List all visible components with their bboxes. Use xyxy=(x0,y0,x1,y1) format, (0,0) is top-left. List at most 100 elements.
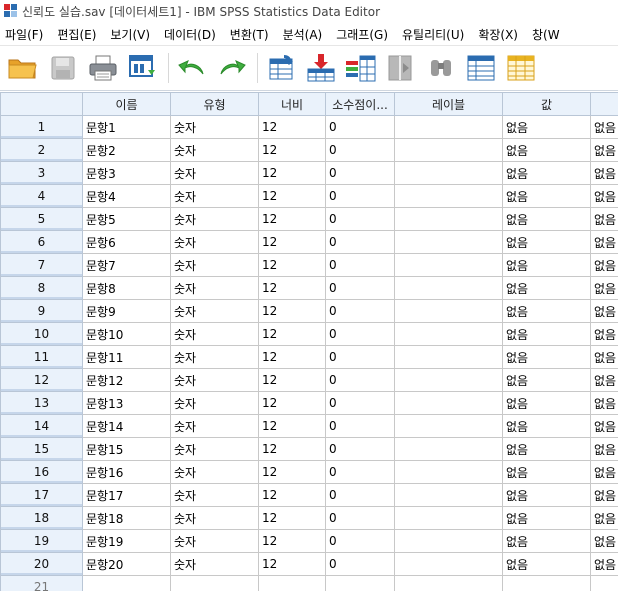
row-number[interactable]: 14 xyxy=(0,414,83,438)
cell-decimals[interactable]: 0 xyxy=(325,368,395,392)
cell-decimals[interactable]: 0 xyxy=(325,391,395,415)
cell-decimals[interactable]: 0 xyxy=(325,207,395,231)
cell-name[interactable]: 문항4 xyxy=(82,184,171,208)
cell-name[interactable]: 문항19 xyxy=(82,529,171,553)
insert-case-button[interactable] xyxy=(304,51,338,85)
menu-data[interactable]: 데이터(D) xyxy=(159,26,225,43)
menu-window[interactable]: 창(W xyxy=(527,26,569,43)
cell-values[interactable]: 없음 xyxy=(502,391,591,415)
cell-label[interactable] xyxy=(394,506,503,530)
cell-decimals[interactable]: 0 xyxy=(325,299,395,323)
cell-decimals[interactable]: 0 xyxy=(325,184,395,208)
cell-label[interactable] xyxy=(394,483,503,507)
cell-type[interactable]: 숫자 xyxy=(170,506,259,530)
find-button[interactable] xyxy=(424,51,458,85)
cell-label[interactable] xyxy=(394,552,503,576)
cell-decimals[interactable]: 0 xyxy=(325,161,395,185)
cell-type[interactable]: 숫자 xyxy=(170,460,259,484)
cell-type[interactable]: 숫자 xyxy=(170,414,259,438)
cell-name[interactable]: 문항18 xyxy=(82,506,171,530)
cell-missing[interactable]: 없음 xyxy=(590,253,618,277)
cell-label[interactable] xyxy=(394,414,503,438)
cell-missing[interactable]: 없음 xyxy=(590,345,618,369)
cell-missing[interactable]: 없음 xyxy=(590,437,618,461)
cell-decimals[interactable]: 0 xyxy=(325,529,395,553)
cell-missing[interactable]: 없음 xyxy=(590,391,618,415)
cell-label[interactable] xyxy=(394,161,503,185)
cell-values[interactable]: 없음 xyxy=(502,552,591,576)
cell-type[interactable]: 숫자 xyxy=(170,368,259,392)
cell-values[interactable]: 없음 xyxy=(502,230,591,254)
cell-type[interactable] xyxy=(170,575,259,591)
cell-width[interactable]: 12 xyxy=(258,368,326,392)
cell-type[interactable]: 숫자 xyxy=(170,253,259,277)
row-number[interactable]: 1 xyxy=(0,115,83,139)
row-number[interactable]: 12 xyxy=(0,368,83,392)
cell-name[interactable]: 문항3 xyxy=(82,161,171,185)
cell-values[interactable]: 없음 xyxy=(502,207,591,231)
row-number[interactable]: 19 xyxy=(0,529,83,553)
cell-label[interactable] xyxy=(394,276,503,300)
cell-values[interactable]: 없음 xyxy=(502,529,591,553)
cell-label[interactable] xyxy=(394,230,503,254)
row-number[interactable]: 15 xyxy=(0,437,83,461)
cell-label[interactable] xyxy=(394,207,503,231)
column-header-type[interactable]: 유형 xyxy=(170,92,259,116)
cell-label[interactable] xyxy=(394,138,503,162)
cell-type[interactable]: 숫자 xyxy=(170,391,259,415)
cell-missing[interactable]: 없음 xyxy=(590,138,618,162)
cell-label[interactable] xyxy=(394,299,503,323)
cell-missing[interactable]: 없음 xyxy=(590,161,618,185)
cell-decimals[interactable]: 0 xyxy=(325,483,395,507)
cell-label[interactable] xyxy=(394,184,503,208)
cell-decimals[interactable]: 0 xyxy=(325,253,395,277)
cell-decimals[interactable]: 0 xyxy=(325,138,395,162)
cell-width[interactable]: 12 xyxy=(258,506,326,530)
cell-values[interactable]: 없음 xyxy=(502,115,591,139)
menu-utilities[interactable]: 유틸리티(U) xyxy=(397,26,473,43)
cell-type[interactable]: 숫자 xyxy=(170,276,259,300)
cell-missing[interactable]: 없음 xyxy=(590,115,618,139)
cell-name[interactable]: 문항10 xyxy=(82,322,171,346)
cell-decimals[interactable]: 0 xyxy=(325,322,395,346)
menu-graphs[interactable]: 그래프(G) xyxy=(331,26,397,43)
cell-type[interactable]: 숫자 xyxy=(170,207,259,231)
row-number[interactable]: 5 xyxy=(0,207,83,231)
cell-label[interactable] xyxy=(394,345,503,369)
undo-button[interactable] xyxy=(175,51,209,85)
menu-extensions[interactable]: 확장(X) xyxy=(473,26,527,43)
cell-width[interactable]: 12 xyxy=(258,115,326,139)
cell-name[interactable]: 문항20 xyxy=(82,552,171,576)
column-header-missing[interactable]: 결 xyxy=(590,92,618,116)
cell-decimals[interactable]: 0 xyxy=(325,115,395,139)
menu-view[interactable]: 보기(V) xyxy=(105,26,159,43)
cell-width[interactable]: 12 xyxy=(258,345,326,369)
cell-type[interactable]: 숫자 xyxy=(170,552,259,576)
cell-missing[interactable]: 없음 xyxy=(590,414,618,438)
cell-type[interactable]: 숫자 xyxy=(170,483,259,507)
cell-name[interactable]: 문항6 xyxy=(82,230,171,254)
cell-values[interactable]: 없음 xyxy=(502,299,591,323)
cell-values[interactable]: 없음 xyxy=(502,322,591,346)
cell-missing[interactable]: 없음 xyxy=(590,184,618,208)
redo-button[interactable] xyxy=(215,51,249,85)
column-header-values[interactable]: 값 xyxy=(502,92,591,116)
row-number[interactable]: 16 xyxy=(0,460,83,484)
cell-name[interactable]: 문항16 xyxy=(82,460,171,484)
cell-name[interactable]: 문항14 xyxy=(82,414,171,438)
row-number[interactable]: 17 xyxy=(0,483,83,507)
row-number[interactable]: 20 xyxy=(0,552,83,576)
cell-name[interactable]: 문항17 xyxy=(82,483,171,507)
cell-name[interactable]: 문항5 xyxy=(82,207,171,231)
cell-decimals[interactable]: 0 xyxy=(325,460,395,484)
cell-missing[interactable]: 없음 xyxy=(590,483,618,507)
cell-values[interactable] xyxy=(502,575,591,591)
cell-missing[interactable] xyxy=(590,575,618,591)
cell-decimals[interactable]: 0 xyxy=(325,345,395,369)
cell-label[interactable] xyxy=(394,368,503,392)
cell-width[interactable]: 12 xyxy=(258,414,326,438)
cell-label[interactable] xyxy=(394,437,503,461)
column-header-label[interactable]: 레이블 xyxy=(394,92,503,116)
cell-missing[interactable]: 없음 xyxy=(590,276,618,300)
cell-name[interactable]: 문항11 xyxy=(82,345,171,369)
